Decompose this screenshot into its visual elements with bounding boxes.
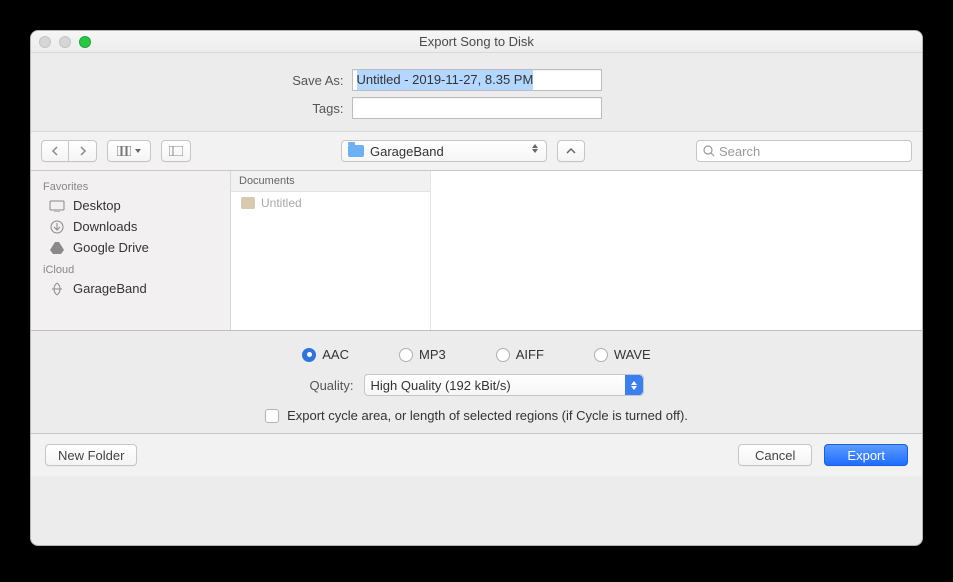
file-browser: Favorites Desktop Downloads Google Drive	[31, 171, 922, 331]
sidebar-item-desktop[interactable]: Desktop	[31, 195, 230, 216]
sidebar-header-icloud: iCloud	[31, 258, 230, 278]
checkbox-icon	[265, 409, 279, 423]
location-popup[interactable]: GarageBand	[341, 140, 547, 162]
radio-label: MP3	[419, 347, 446, 362]
cycle-label: Export cycle area, or length of selected…	[287, 408, 688, 423]
stepper-icon	[532, 144, 542, 153]
radio-wave[interactable]: WAVE	[594, 347, 651, 362]
save-as-label: Save As:	[84, 73, 344, 88]
search-icon	[703, 145, 715, 157]
radio-label: AIFF	[516, 347, 544, 362]
search-placeholder: Search	[719, 144, 760, 159]
view-mode-button[interactable]	[107, 140, 151, 162]
zoom-icon[interactable]	[79, 36, 91, 48]
radio-label: AAC	[322, 347, 349, 362]
search-field[interactable]: Search	[696, 140, 912, 162]
tags-row: Tags:	[31, 97, 922, 119]
sidebar-item-label: Desktop	[73, 198, 121, 213]
save-as-value: Untitled - 2019-11-27, 8.35 PM	[357, 70, 534, 90]
sidebar-item-google-drive[interactable]: Google Drive	[31, 237, 230, 258]
radio-icon	[496, 348, 510, 362]
tags-field[interactable]	[352, 97, 602, 119]
save-as-field[interactable]: Untitled - 2019-11-27, 8.35 PM	[352, 69, 602, 91]
format-radios: AAC MP3 AIFF WAVE	[302, 347, 650, 362]
sidebar-icon	[169, 146, 183, 156]
save-as-row: Save As: Untitled - 2019-11-27, 8.35 PM	[31, 69, 922, 91]
sidebar-item-label: Downloads	[73, 219, 137, 234]
google-drive-icon	[49, 241, 65, 255]
minimize-icon[interactable]	[59, 36, 71, 48]
list-item[interactable]: Untitled	[231, 192, 430, 214]
radio-mp3[interactable]: MP3	[399, 347, 446, 362]
columns-icon	[117, 146, 131, 156]
desktop-icon	[49, 199, 65, 213]
preview-pane	[431, 171, 922, 330]
browser-toolbar: GarageBand Search	[31, 131, 922, 171]
list-item-label: Untitled	[261, 196, 302, 210]
radio-icon	[302, 348, 316, 362]
sidebar-item-label: Google Drive	[73, 240, 149, 255]
quality-value: High Quality (192 kBit/s)	[371, 378, 511, 393]
quality-select[interactable]: High Quality (192 kBit/s)	[364, 374, 644, 396]
column-documents: Documents Untitled	[231, 171, 431, 330]
quality-label: Quality:	[309, 378, 353, 393]
location-name: GarageBand	[370, 144, 444, 159]
view-segment	[107, 140, 151, 162]
tags-label: Tags:	[84, 101, 344, 116]
nav-segment	[41, 140, 97, 162]
sidebar-toggle-button[interactable]	[161, 140, 191, 162]
garageband-icon	[49, 282, 65, 296]
sidebar: Favorites Desktop Downloads Google Drive	[31, 171, 231, 330]
radio-icon	[594, 348, 608, 362]
cycle-checkbox-row[interactable]: Export cycle area, or length of selected…	[265, 408, 688, 423]
window-title: Export Song to Disk	[31, 34, 922, 49]
cancel-button[interactable]: Cancel	[738, 444, 812, 466]
folder-icon	[348, 145, 364, 157]
radio-label: WAVE	[614, 347, 651, 362]
titlebar: Export Song to Disk	[31, 31, 922, 53]
radio-aiff[interactable]: AIFF	[496, 347, 544, 362]
close-icon[interactable]	[39, 36, 51, 48]
stepper-icon	[625, 375, 643, 395]
project-icon	[241, 197, 255, 209]
column-header: Documents	[231, 171, 430, 192]
quality-row: Quality: High Quality (192 kBit/s)	[309, 374, 643, 396]
new-folder-button[interactable]: New Folder	[45, 444, 137, 466]
export-options: AAC MP3 AIFF WAVE Quality: High Quality …	[31, 331, 922, 434]
sidebar-item-label: GarageBand	[73, 281, 147, 296]
chevron-up-icon	[566, 147, 576, 155]
collapse-button[interactable]	[557, 140, 585, 162]
back-button[interactable]	[41, 140, 69, 162]
forward-button[interactable]	[69, 140, 97, 162]
export-button[interactable]: Export	[824, 444, 908, 466]
sidebar-item-garageband[interactable]: GarageBand	[31, 278, 230, 299]
downloads-icon	[49, 220, 65, 234]
dialog-footer: New Folder Cancel Export	[31, 434, 922, 476]
sidebar-item-downloads[interactable]: Downloads	[31, 216, 230, 237]
radio-aac[interactable]: AAC	[302, 347, 349, 362]
export-dialog: Export Song to Disk Save As: Untitled - …	[30, 30, 923, 546]
radio-icon	[399, 348, 413, 362]
sidebar-header-favorites: Favorites	[31, 175, 230, 195]
traffic-lights	[39, 36, 91, 48]
chevron-down-icon	[135, 149, 141, 153]
